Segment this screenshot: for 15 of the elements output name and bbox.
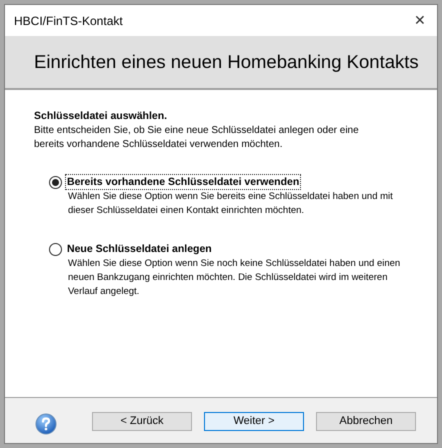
window-title: HBCI/FinTS-Kontakt <box>14 12 123 30</box>
option-description: Wählen Sie diese Option wenn Sie noch keine Schlüsseldatei haben und einen neuen Bankzugang einrichten möchten. Die Schlüsseldatei wird im weiteren Verlauf angelegt. <box>67 257 402 299</box>
section-heading: Schlüsseldatei auswählen. <box>34 109 168 123</box>
option-label[interactable]: Bereits vorhandene Schlüsseldatei verwenden <box>66 175 300 189</box>
section-text: Bitte entscheiden Sie, ob Sie eine neue Schlüsseldatei anlegen oder eine bereits vorhandene Schlüsseldatei verwenden möchten. <box>34 124 360 152</box>
radio-button[interactable] <box>49 176 62 189</box>
wizard-button[interactable]: Abbrechen <box>316 412 416 431</box>
help-icon[interactable] <box>35 412 57 434</box>
option-label[interactable]: Neue Schlüsseldatei anlegen <box>66 242 213 256</box>
close-button[interactable]: ✕ <box>411 10 429 31</box>
header-title: Einrichten eines neuen Homebanking Kontakts <box>34 50 419 74</box>
wizard-button[interactable]: < Zurück <box>92 412 192 431</box>
radio-button[interactable] <box>49 243 62 256</box>
option-description: Wählen Sie diese Option wenn Sie bereits eine Schlüsseldatei haben und mit dieser Schlüsseldatei einen Kontakt einrichten möchten. <box>67 190 394 218</box>
wizard-button[interactable]: Weiter > <box>204 412 304 431</box>
